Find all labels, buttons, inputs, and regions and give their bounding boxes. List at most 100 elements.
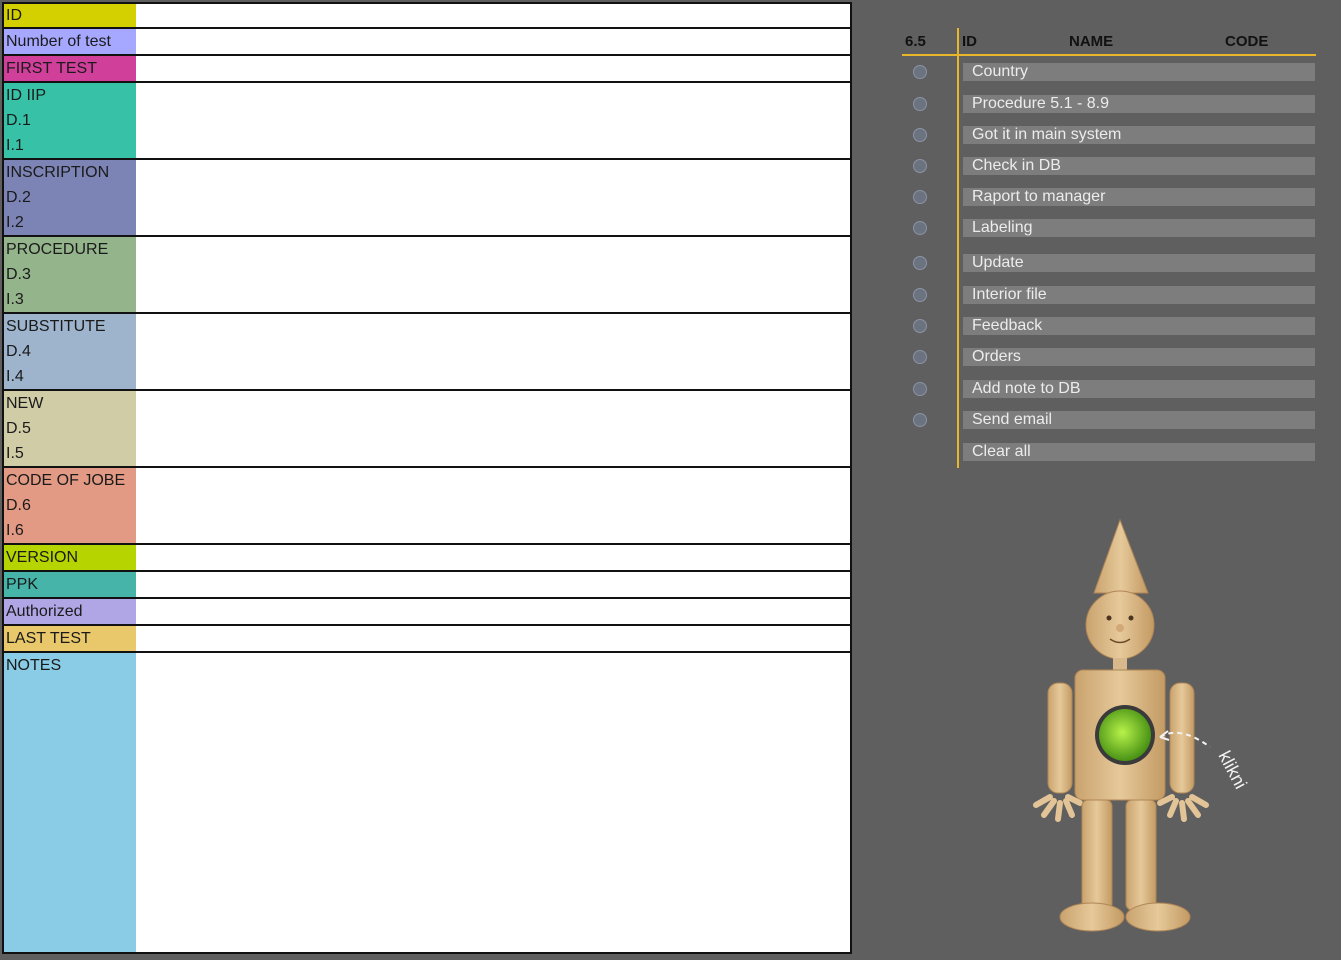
field-label-cell: VERSION xyxy=(4,545,136,570)
field-label: D.4 xyxy=(6,343,31,360)
field-label-cell: NOTES xyxy=(4,653,136,952)
form-row: CODE OF JOBE D.6 I.6 xyxy=(2,468,852,545)
list-item[interactable]: Got it in main system xyxy=(963,126,1315,144)
field-value-input[interactable] xyxy=(136,160,850,235)
field-value-input[interactable] xyxy=(136,653,850,952)
field-label-cell: SUBSTITUTE D.4 I.4 xyxy=(4,314,136,389)
header-col-6-5: 6.5 xyxy=(905,33,926,50)
field-label-cell: ID IIP D.1 I.1 xyxy=(4,83,136,158)
field-label-cell: Authorized xyxy=(4,599,136,624)
field-label: I.4 xyxy=(6,368,24,385)
form-row: Number of test xyxy=(2,29,852,56)
option-radio[interactable] xyxy=(913,319,927,333)
field-value-input[interactable] xyxy=(136,572,850,597)
field-label: I.2 xyxy=(6,214,24,231)
field-label: D.3 xyxy=(6,266,31,283)
field-value-input[interactable] xyxy=(136,468,850,543)
field-label: ID IIP xyxy=(6,87,47,104)
field-label: VERSION xyxy=(6,549,79,566)
field-value-input[interactable] xyxy=(136,545,850,570)
field-label: SUBSTITUTE xyxy=(6,318,106,335)
field-label: PPK xyxy=(6,576,39,593)
header-name: NAME xyxy=(1069,33,1114,50)
list-item[interactable]: Raport to manager xyxy=(963,188,1315,206)
field-value-input[interactable] xyxy=(136,83,850,158)
option-radio[interactable] xyxy=(913,97,927,111)
field-value-input[interactable] xyxy=(136,56,850,81)
field-value-input[interactable] xyxy=(136,391,850,466)
header-divider xyxy=(902,54,1316,56)
list-item[interactable]: Clear all xyxy=(963,443,1315,461)
field-value-input[interactable] xyxy=(136,626,850,651)
form-row: VERSION xyxy=(2,545,852,572)
field-label: NEW xyxy=(6,395,44,412)
field-label: LAST TEST xyxy=(6,630,91,647)
field-label: I.6 xyxy=(6,522,24,539)
form-row: PPK xyxy=(2,572,852,599)
field-label: CODE OF JOBE xyxy=(6,472,126,489)
option-radio[interactable] xyxy=(913,65,927,79)
header-id: ID xyxy=(962,33,977,50)
form-row: FIRST TEST xyxy=(2,56,852,83)
form-panel: ID Number of test FIRST TEST ID IIP D.1 I.1 IN… xyxy=(2,2,852,954)
form-row: INSCRIPTION D.2 I.2 xyxy=(2,160,852,237)
field-label-cell: Number of test xyxy=(4,29,136,54)
field-label: D.6 xyxy=(6,497,31,514)
field-label-cell: INSCRIPTION D.2 I.2 xyxy=(4,160,136,235)
list-item[interactable]: Procedure 5.1 - 8.9 xyxy=(963,95,1315,113)
field-value-input[interactable] xyxy=(136,4,850,27)
option-radio[interactable] xyxy=(913,221,927,235)
list-item[interactable]: Interior file xyxy=(963,286,1315,304)
header-code: CODE xyxy=(1225,33,1269,50)
list-item[interactable]: Country xyxy=(963,63,1315,81)
wooden-robot-button[interactable]: klikni xyxy=(1020,515,1260,945)
option-radio[interactable] xyxy=(913,128,927,142)
field-label: I.3 xyxy=(6,291,24,308)
field-label: ID xyxy=(6,7,22,24)
form-row: ID xyxy=(2,2,852,29)
field-label: FIRST TEST xyxy=(6,60,97,77)
option-radio[interactable] xyxy=(913,159,927,173)
field-label: I.1 xyxy=(6,137,24,154)
option-radio[interactable] xyxy=(913,413,927,427)
field-label: D.5 xyxy=(6,420,31,437)
field-value-input[interactable] xyxy=(136,237,850,312)
field-value-input[interactable] xyxy=(136,314,850,389)
field-label-cell: FIRST TEST xyxy=(4,56,136,81)
field-label: Number of test xyxy=(6,33,111,50)
option-radio[interactable] xyxy=(913,382,927,396)
list-item[interactable]: Update xyxy=(963,254,1315,272)
field-label-cell: ID xyxy=(4,4,136,27)
option-radio[interactable] xyxy=(913,288,927,302)
field-label: D.2 xyxy=(6,189,31,206)
field-value-input[interactable] xyxy=(136,599,850,624)
option-radio[interactable] xyxy=(913,350,927,364)
column-divider xyxy=(957,28,959,468)
field-label: D.1 xyxy=(6,112,31,129)
option-radio[interactable] xyxy=(913,256,927,270)
form-row: LAST TEST xyxy=(2,626,852,653)
field-label: INSCRIPTION xyxy=(6,164,110,181)
field-label: I.5 xyxy=(6,445,24,462)
list-item[interactable]: Send email xyxy=(963,411,1315,429)
field-label-cell: PROCEDURE D.3 I.3 xyxy=(4,237,136,312)
mascot-label: klikni xyxy=(1214,747,1250,792)
field-label: NOTES xyxy=(6,657,62,674)
field-label: PROCEDURE xyxy=(6,241,109,258)
field-label: Authorized xyxy=(6,603,83,620)
list-item[interactable]: Labeling xyxy=(963,219,1315,237)
form-row: Authorized xyxy=(2,599,852,626)
field-label-cell: CODE OF JOBE D.6 I.6 xyxy=(4,468,136,543)
form-row: NEW D.5 I.5 xyxy=(2,391,852,468)
form-row: ID IIP D.1 I.1 xyxy=(2,83,852,160)
field-label-cell: PPK xyxy=(4,572,136,597)
list-item[interactable]: Orders xyxy=(963,348,1315,366)
form-row: PROCEDURE D.3 I.3 xyxy=(2,237,852,314)
field-label-cell: LAST TEST xyxy=(4,626,136,651)
list-item[interactable]: Feedback xyxy=(963,317,1315,335)
list-item[interactable]: Add note to DB xyxy=(963,380,1315,398)
field-label-cell: NEW D.5 I.5 xyxy=(4,391,136,466)
option-radio[interactable] xyxy=(913,190,927,204)
list-item[interactable]: Check in DB xyxy=(963,157,1315,175)
field-value-input[interactable] xyxy=(136,29,850,54)
